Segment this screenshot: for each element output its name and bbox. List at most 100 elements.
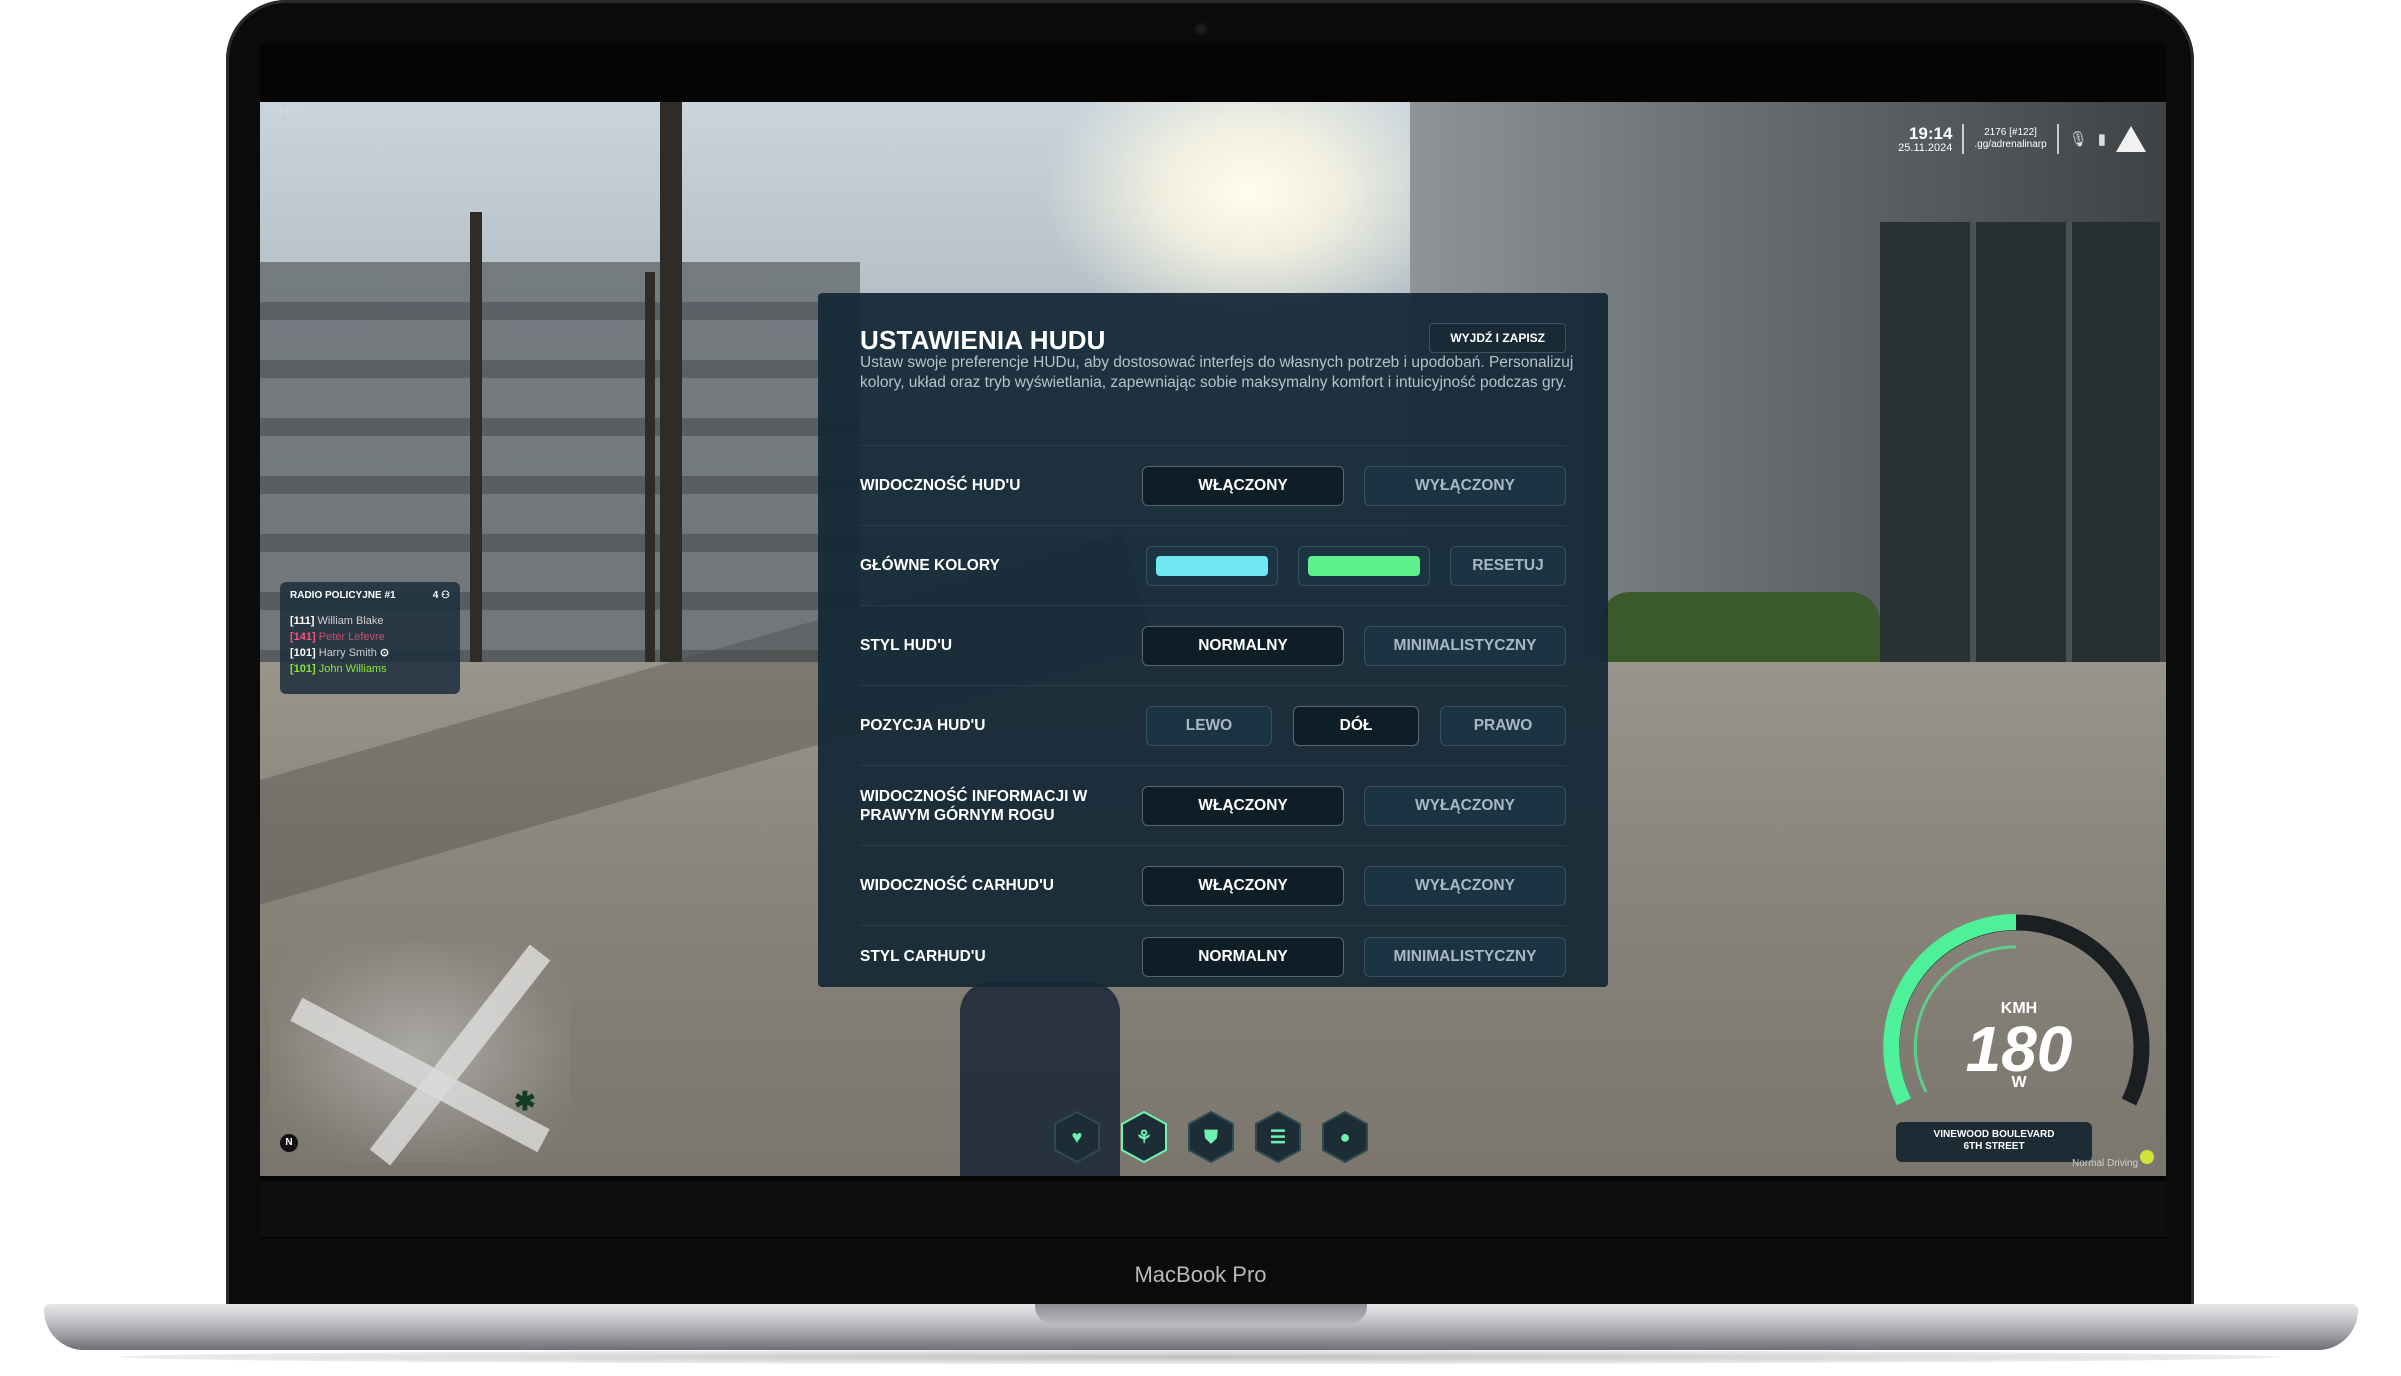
setting-row-hud-visibility: WIDOCZNOŚĆ HUD'U WŁĄCZONY WYŁĄCZONY [860, 445, 1566, 525]
radio-title: RADIO POLICYJNE #1 [290, 590, 396, 601]
option-group: WŁĄCZONY WYŁĄCZONY [1142, 465, 1566, 506]
food-icon: ☰ [1269, 1127, 1287, 1147]
radio-member: [101] Harry Smith ⊙ [290, 645, 450, 661]
member-id: [101] [290, 663, 316, 675]
secondary-color-picker[interactable] [1298, 545, 1430, 586]
fps-counter: 75 FPS [264, 106, 301, 118]
radio-member: [141] Peter Lefevre [290, 629, 450, 645]
setting-label: STYL HUD'U [860, 637, 953, 654]
health-status: ♥ [1052, 1110, 1102, 1164]
modal-title: USTAWIENIA HUDU [860, 325, 1106, 355]
member-name: John Williams [318, 663, 387, 675]
lungs-icon: ⚘ [1135, 1127, 1153, 1147]
users-icon: ⚇ [441, 590, 450, 601]
status-bar: ♥ ⚘ ⛊ ☰ ● [1052, 1110, 1370, 1164]
color-group: RESETUJ [1146, 545, 1566, 586]
setting-row-hud-position: POZYCJA HUD'U LEWO DÓŁ PRAWO [860, 685, 1566, 765]
date: 25.11.2024 [1898, 141, 1953, 154]
radio-member: [111] William Blake [290, 613, 450, 629]
radio-member: [101] John Williams [290, 661, 450, 677]
secondary-color-swatch [1308, 555, 1420, 576]
laptop-base-notch [1035, 1304, 1367, 1324]
option-group: LEWO DÓŁ PRAWO [1146, 705, 1566, 746]
option-normal[interactable]: NORMALNY [1142, 936, 1344, 977]
member-name: Peter Lefevre [318, 631, 385, 643]
clock: 19:14 25.11.2024 [1898, 125, 1952, 154]
radio-count: 4 ⚇ [432, 590, 450, 601]
option-off[interactable]: WYŁĄCZONY [1364, 465, 1566, 506]
divider [2056, 124, 2059, 154]
camera-dot [1196, 24, 1206, 34]
shield-icon: ⛊ [1204, 1127, 1218, 1147]
option-right[interactable]: PRAWO [1440, 705, 1566, 746]
option-on[interactable]: WŁĄCZONY [1142, 465, 1344, 506]
setting-row-topright-info: WIDOCZNOŚĆ INFORMACJI W PRAWYM GÓRNYM RO… [860, 765, 1566, 845]
hospital-blip-icon: ✱ [514, 1086, 536, 1116]
talking-icon: ⊙ [379, 647, 390, 659]
option-left[interactable]: LEWO [1146, 705, 1272, 746]
divider [1962, 124, 1965, 154]
exit-save-button[interactable]: WYJDŹ I ZAPISZ [1429, 323, 1566, 353]
seatbelt-icon [2140, 1150, 2154, 1164]
option-minimal[interactable]: MINIMALISTYCZNY [1364, 625, 1566, 666]
reset-colors-button[interactable]: RESETUJ [1450, 545, 1566, 586]
member-name: Harry Smith [318, 647, 377, 659]
street-pole [470, 212, 482, 712]
member-id: [101] [290, 647, 316, 659]
driving-mode: Normal Driving [2072, 1158, 2139, 1169]
armor-status: ⛊ [1186, 1110, 1236, 1164]
water-drop-icon: ● [1339, 1127, 1351, 1147]
setting-label: WIDOCZNOŚĆ INFORMACJI W PRAWYM GÓRNYM RO… [860, 787, 1088, 824]
hud-settings-modal: USTAWIENIA HUDU WYJDŹ I ZAPISZ Ustaw swo… [818, 293, 1608, 987]
north-icon: N [280, 1134, 298, 1152]
setting-label: WIDOCZNOŚĆ HUD'U [860, 477, 1021, 494]
option-group: NORMALNY MINIMALISTYCZNY [1142, 625, 1566, 666]
hunger-status: ☰ [1253, 1110, 1303, 1164]
setting-label: WIDOCZNOŚĆ CARHUD'U [860, 877, 1054, 894]
thirst-status: ● [1320, 1110, 1370, 1164]
police-radio-panel: RADIO POLICYJNE #1 4 ⚇ [111] William Bla… [280, 582, 460, 694]
setting-row-carhud-style: STYL CARHUD'U NORMALNY MINIMALISTYCZNY [860, 925, 1566, 987]
time: 19:14 [1908, 123, 1953, 143]
setting-label: POZYCJA HUD'U [860, 717, 986, 734]
option-bottom[interactable]: DÓŁ [1293, 705, 1419, 746]
setting-row-carhud-visibility: WIDOCZNOŚĆ CARHUD'U WŁĄCZONY WYŁĄCZONY [860, 845, 1566, 925]
server-name: .gg/adrenalinarp [1974, 139, 2047, 150]
option-off[interactable]: WYŁĄCZONY [1364, 865, 1566, 906]
device-label: MacBook Pro [1134, 1262, 1267, 1287]
screen-bottom-bar [260, 1181, 2166, 1237]
member-id: [111] [290, 615, 315, 627]
street-pole [645, 272, 655, 712]
laptop-shadow [120, 1350, 2280, 1364]
heart-icon: ♥ [1071, 1127, 1083, 1147]
primary-color-picker[interactable] [1146, 545, 1278, 586]
option-normal[interactable]: NORMALNY [1142, 625, 1344, 666]
setting-label: STYL CARHUD'U [860, 948, 986, 965]
minimap-road [290, 997, 550, 1153]
street-label: VINEWOOD BOULEVARD 6TH STREET [1896, 1122, 2092, 1162]
street-pole [660, 102, 682, 742]
voice-range-icon: ▮ [2097, 131, 2106, 148]
player-id: 2176 [#122] [1984, 127, 2037, 138]
microphone-icon: 🎙 [2068, 131, 2088, 148]
player-info: 2176 [#122] .gg/adrenalinarp [1974, 127, 2046, 151]
street-secondary: 6TH STREET [1963, 1141, 2025, 1152]
member-name: William Blake [317, 615, 384, 627]
member-id: [141] [290, 631, 316, 643]
option-group: NORMALNY MINIMALISTYCZNY [1142, 936, 1566, 977]
option-group: WŁĄCZONY WYŁĄCZONY [1142, 865, 1566, 906]
primary-color-swatch [1156, 555, 1268, 576]
heading: W [2011, 1074, 2027, 1091]
street-primary: VINEWOOD BOULEVARD [1933, 1129, 2055, 1140]
option-off[interactable]: WYŁĄCZONY [1364, 785, 1566, 826]
setting-label: GŁÓWNE KOLORY [860, 557, 1000, 574]
option-on[interactable]: WŁĄCZONY [1142, 785, 1344, 826]
option-on[interactable]: WŁĄCZONY [1142, 865, 1344, 906]
warning-icon [2116, 126, 2146, 152]
modal-description: Ustaw swoje preferencje HUDu, aby dostos… [860, 354, 1574, 391]
setting-row-hud-style: STYL HUD'U NORMALNY MINIMALISTYCZNY [860, 605, 1566, 685]
option-minimal[interactable]: MINIMALISTYCZNY [1364, 936, 1566, 977]
setting-row-main-colors: GŁÓWNE KOLORY RESETUJ [860, 525, 1566, 605]
top-right-info: 19:14 25.11.2024 2176 [#122] .gg/adrenal… [1898, 124, 2146, 154]
stamina-status: ⚘ [1119, 1110, 1169, 1164]
